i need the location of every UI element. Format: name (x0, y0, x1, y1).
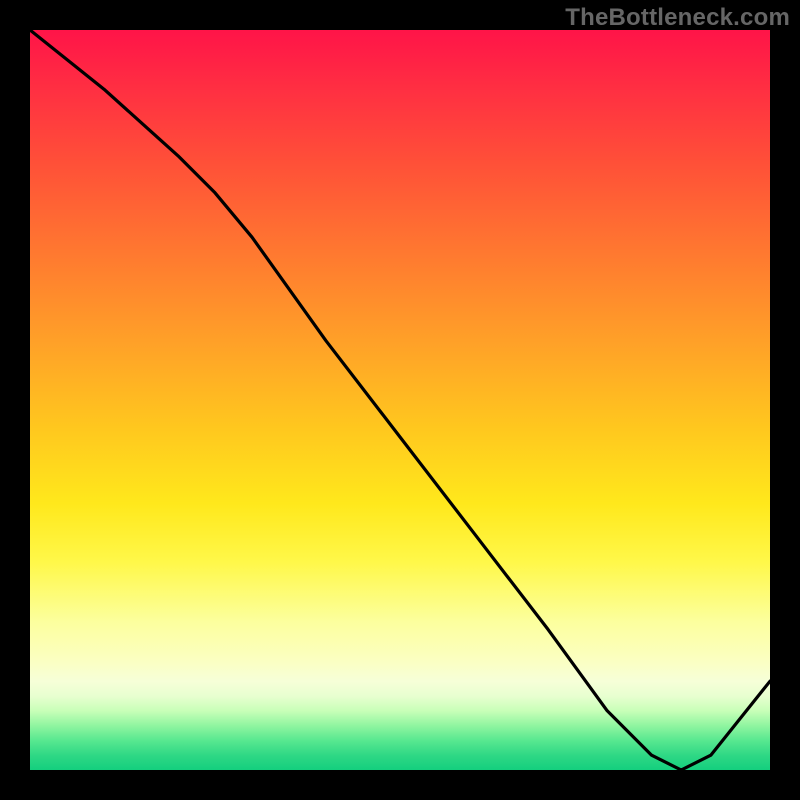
gradient-background (30, 30, 770, 770)
plot-area (30, 30, 770, 770)
watermark-text: TheBottleneck.com (565, 4, 790, 32)
chart-frame: TheBottleneck.com (0, 0, 800, 800)
